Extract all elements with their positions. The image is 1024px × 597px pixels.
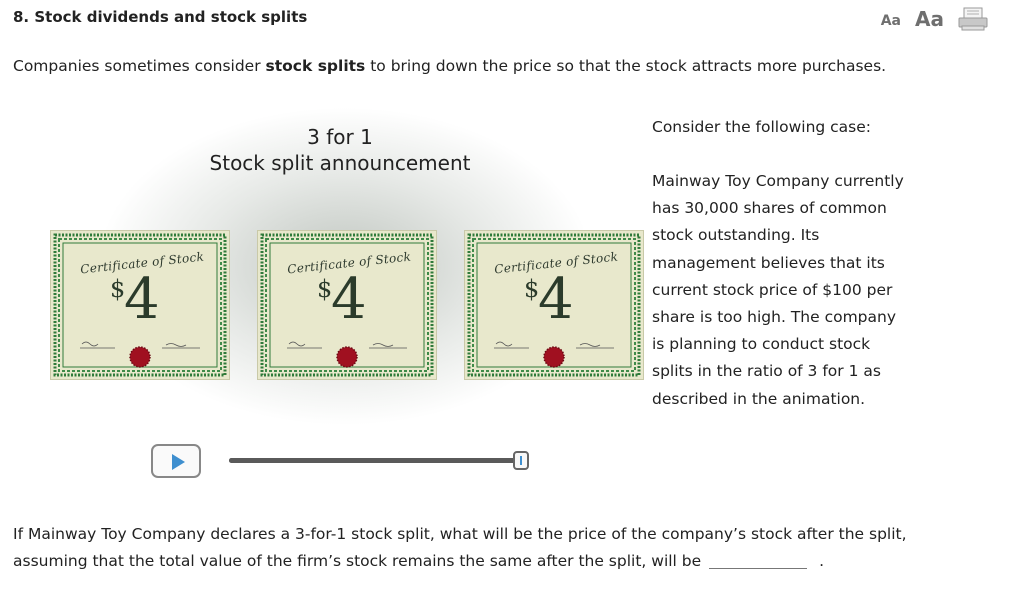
case-line: share is too high. The company: [652, 308, 897, 327]
certificate-value: 4: [331, 267, 367, 332]
decrease-font-button[interactable]: Aa: [881, 13, 901, 29]
play-button[interactable]: [151, 444, 201, 478]
case-line: stock outstanding. Its: [652, 226, 820, 245]
certificate-value: 4: [538, 267, 574, 332]
question-line-2-text: assuming that the total value of the fir…: [13, 552, 702, 570]
animation-title: 3 for 1 Stock split announcement: [180, 124, 500, 176]
case-description: Consider the following case: Mainway Toy…: [652, 114, 952, 413]
question-title: 8. Stock dividends and stock splits: [13, 8, 308, 26]
certificate-dollar-sign: $: [317, 275, 333, 303]
case-line: Mainway Toy Company currently: [652, 172, 904, 190]
split-announcement-label: Stock split announcement: [209, 151, 471, 175]
case-line: current stock price of $100 per: [652, 280, 893, 299]
case-lead: Consider the following case:: [652, 118, 872, 136]
play-icon: [172, 454, 185, 470]
case-line: described in the animation.: [652, 389, 866, 408]
certificate-dollar-sign: $: [110, 275, 126, 303]
intro-text-before: Companies sometimes consider: [13, 57, 266, 75]
animation-progress-fill: [229, 458, 519, 463]
stock-certificate: Certificate of Stock $ 4: [464, 230, 644, 380]
case-line: has 30,000 shares of common: [652, 199, 887, 218]
print-icon[interactable]: [958, 7, 988, 31]
case-line: is planning to conduct stock: [652, 335, 871, 354]
intro-bold-term: stock splits: [265, 57, 366, 75]
stock-certificate: Certificate of Stock $ 4: [257, 230, 437, 380]
split-ratio-label: 3 for 1: [307, 125, 373, 149]
animation-stage: 3 for 1 Stock split announcement Certifi…: [0, 100, 660, 500]
question-end-punctuation: .: [819, 552, 825, 570]
intro-paragraph: Companies sometimes consider stock split…: [13, 57, 886, 75]
question-line-1: If Mainway Toy Company declares a 3-for-…: [13, 525, 907, 543]
question-line-2: assuming that the total value of the fir…: [13, 548, 1003, 575]
certificate-value: 4: [124, 267, 160, 332]
case-line: management believes that its: [652, 253, 885, 272]
question-prompt: If Mainway Toy Company declares a 3-for-…: [13, 521, 1003, 575]
stock-certificate: Certificate of Stock $ 4: [50, 230, 230, 380]
answer-dropdown[interactable]: [709, 554, 808, 569]
animation-progress-track[interactable]: [229, 458, 519, 463]
animation-progress-handle[interactable]: [513, 451, 529, 470]
certificate-dollar-sign: $: [524, 275, 540, 303]
case-line: splits in the ratio of 3 for 1 as: [652, 362, 881, 381]
toolbar: Aa Aa: [881, 6, 988, 32]
increase-font-button[interactable]: Aa: [915, 7, 944, 31]
intro-text-after: to bring down the price so that the stoc…: [365, 57, 887, 75]
